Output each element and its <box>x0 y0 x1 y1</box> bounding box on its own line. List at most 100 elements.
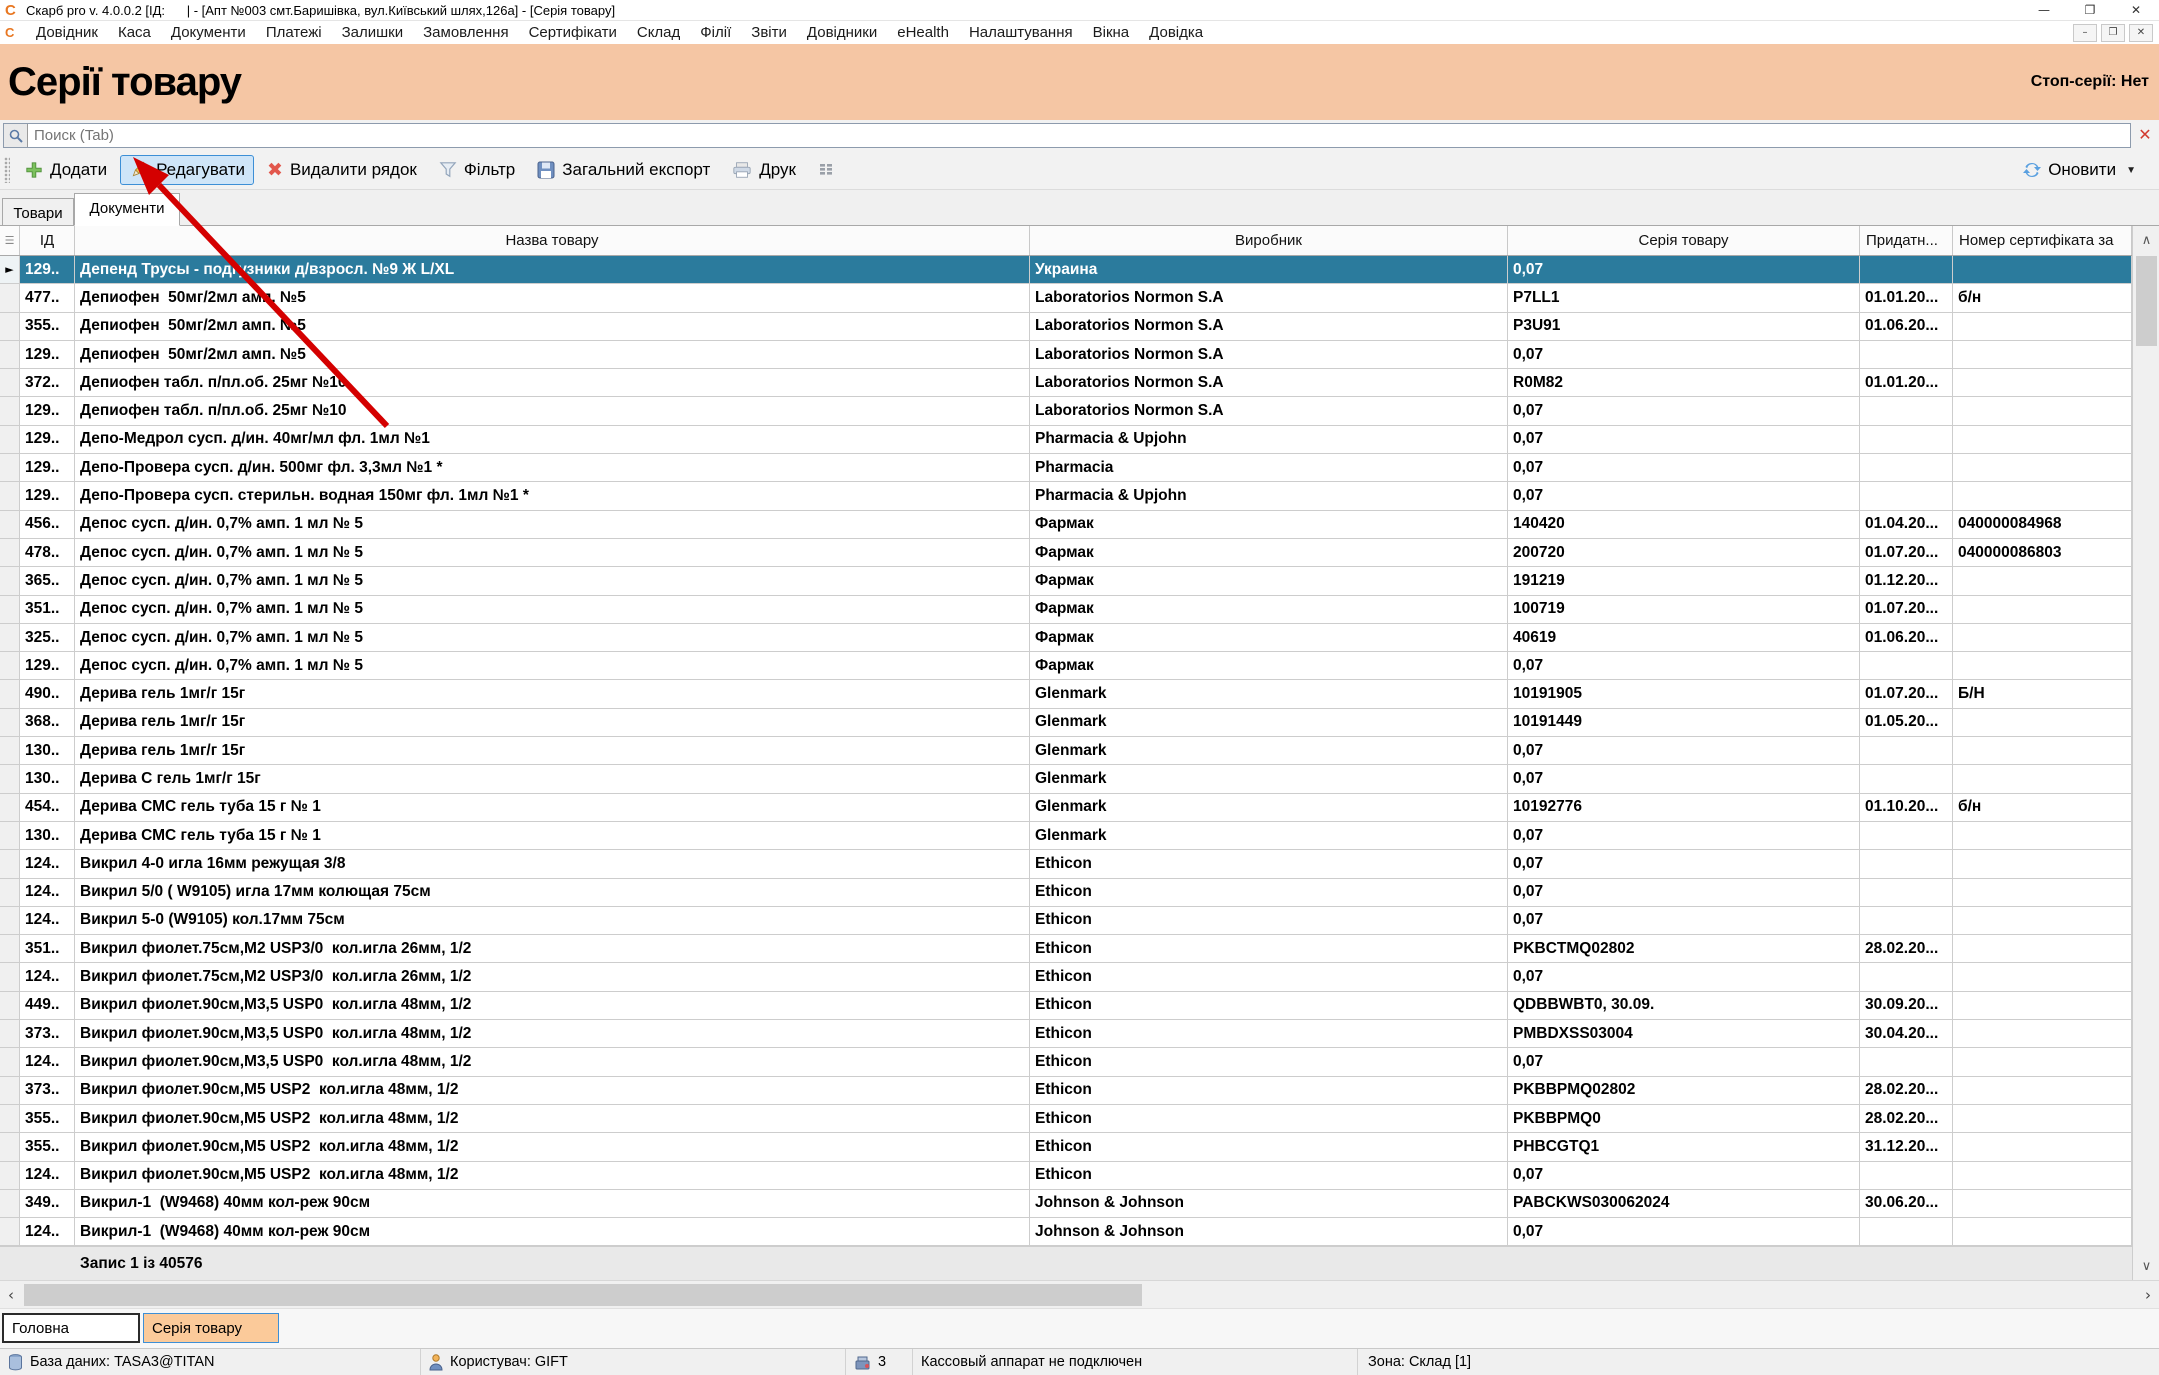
table-row[interactable]: 129..Депо-Медрол сусп. д/ин. 40мг/мл фл.… <box>0 426 2132 454</box>
menu-item-2[interactable]: Документи <box>161 24 256 41</box>
table-row[interactable]: 477..Депиофен 50мг/2мл амп. №5Laboratori… <box>0 284 2132 312</box>
table-row[interactable]: 355..Викрил фиолет.90см,М5 USP2 кол.игла… <box>0 1105 2132 1133</box>
scroll-right-icon[interactable]: › <box>2137 1281 2159 1309</box>
search-input[interactable] <box>28 127 2130 144</box>
refresh-dropdown-icon[interactable]: ▼ <box>2126 165 2136 176</box>
menu-item-8[interactable]: Філії <box>690 24 741 41</box>
table-row[interactable]: 454..Дерива СМС гель туба 15 г № 1Glenma… <box>0 794 2132 822</box>
mdi-close-button[interactable]: ✕ <box>2129 24 2153 42</box>
edit-button[interactable]: Редагувати <box>120 155 254 185</box>
bottom-tab-1[interactable]: Серія товару <box>143 1313 279 1343</box>
horizontal-scrollbar[interactable]: ‹ › <box>0 1280 2159 1308</box>
table-row[interactable]: 124..Викрил фиолет.90см,М5 USP2 кол.игла… <box>0 1162 2132 1190</box>
table-row[interactable]: 124..Викрил-1 (W9468) 40мм кол-реж 90смJ… <box>0 1218 2132 1246</box>
mdi-minimize-button[interactable]: – <box>2073 24 2097 42</box>
scroll-left-icon[interactable]: ‹ <box>0 1281 22 1309</box>
column-header-1[interactable]: Назва товару <box>75 226 1030 255</box>
menu-item-4[interactable]: Залишки <box>332 24 414 41</box>
table-row[interactable]: 351..Викрил фиолет.75см,М2 USP3/0 кол.иг… <box>0 935 2132 963</box>
cell-id: 355.. <box>20 1133 75 1160</box>
table-row[interactable]: 365..Депос сусп. д/ин. 0,7% амп. 1 мл № … <box>0 567 2132 595</box>
table-row[interactable]: 130..Дерива гель 1мг/г 15гGlenmark0,07 <box>0 737 2132 765</box>
table-row[interactable]: 124..Викрил 5-0 (W9105) кол.17мм 75смEth… <box>0 907 2132 935</box>
menu-item-3[interactable]: Платежі <box>256 24 332 41</box>
tab-документи[interactable]: Документи <box>74 193 180 226</box>
table-row[interactable]: ►129..Депенд Трусы - подгузники д/взросл… <box>0 256 2132 284</box>
menu-item-10[interactable]: Довідники <box>797 24 887 41</box>
menu-item-12[interactable]: Налаштування <box>959 24 1083 41</box>
table-row[interactable]: 490..Дерива гель 1мг/г 15гGlenmark101919… <box>0 680 2132 708</box>
column-header-4[interactable]: Придатн... <box>1860 226 1953 255</box>
cell-id: 351.. <box>20 596 75 623</box>
table-row[interactable]: 456..Депос сусп. д/ин. 0,7% амп. 1 мл № … <box>0 511 2132 539</box>
export-button[interactable]: Загальний експорт <box>528 155 719 185</box>
table-row[interactable]: 124..Викрил 4-0 игла 16мм режущая 3/8Eth… <box>0 850 2132 878</box>
restore-button[interactable]: ❐ <box>2067 0 2113 20</box>
menu-item-14[interactable]: Довідка <box>1139 24 1213 41</box>
table-row[interactable]: 449..Викрил фиолет.90см,М3,5 USP0 кол.иг… <box>0 992 2132 1020</box>
table-row[interactable]: 368..Дерива гель 1мг/г 15гGlenmark101914… <box>0 709 2132 737</box>
tab-товари[interactable]: Товари <box>2 198 74 226</box>
menu-item-5[interactable]: Замовлення <box>413 24 518 41</box>
table-row[interactable]: 355..Викрил фиолет.90см,М5 USP2 кол.игла… <box>0 1133 2132 1161</box>
table-row[interactable]: 372..Депиофен табл. п/пл.об. 25мг №10Lab… <box>0 369 2132 397</box>
table-row[interactable]: 130..Дерива С гель 1мг/г 15гGlenmark0,07 <box>0 765 2132 793</box>
vertical-scrollbar[interactable]: ∧ ∨ <box>2132 226 2159 1280</box>
table-row[interactable]: 130..Дерива СМС гель туба 15 г № 1Glenma… <box>0 822 2132 850</box>
table-row[interactable]: 349..Викрил-1 (W9468) 40мм кол-реж 90смJ… <box>0 1190 2132 1218</box>
cell-id: 124.. <box>20 963 75 990</box>
column-header-3[interactable]: Серія товару <box>1508 226 1860 255</box>
search-icon[interactable] <box>4 124 28 147</box>
table-row[interactable]: 124..Викрил фиолет.90см,М3,5 USP0 кол.иг… <box>0 1048 2132 1076</box>
bottom-tab-0[interactable]: Головна <box>2 1313 140 1343</box>
toolbar-grip[interactable] <box>4 157 10 183</box>
table-row[interactable]: 129..Депо-Провера сусп. стерильн. водная… <box>0 482 2132 510</box>
cell-certificate <box>1953 313 2132 340</box>
cell-expiry: 30.04.20... <box>1860 1020 1953 1047</box>
column-header-2[interactable]: Виробник <box>1030 226 1508 255</box>
print-button[interactable]: Друк <box>723 155 805 185</box>
table-row[interactable]: 129..Депиофен 50мг/2мл амп. №5Laboratori… <box>0 341 2132 369</box>
menu-item-6[interactable]: Сертифікати <box>519 24 627 41</box>
minimize-button[interactable]: — <box>2021 0 2067 20</box>
column-header-5[interactable]: Номер сертифіката за <box>1953 226 2132 255</box>
scroll-down-icon[interactable]: ∨ <box>2133 1252 2159 1280</box>
refresh-button[interactable]: Оновити ▼ <box>2013 155 2145 185</box>
add-button[interactable]: Додати <box>16 155 116 185</box>
table-row[interactable]: 478..Депос сусп. д/ин. 0,7% амп. 1 мл № … <box>0 539 2132 567</box>
table-row[interactable]: 129..Депо-Провера сусп. д/ин. 500мг фл. … <box>0 454 2132 482</box>
table-row[interactable]: 129..Депос сусп. д/ин. 0,7% амп. 1 мл № … <box>0 652 2132 680</box>
search-box[interactable] <box>3 123 2131 148</box>
table-row[interactable]: 129..Депиофен табл. п/пл.об. 25мг №10Lab… <box>0 397 2132 425</box>
cell-name: Депиофен табл. п/пл.об. 25мг №10 <box>75 369 1030 396</box>
table-row[interactable]: 124..Викрил 5/0 ( W9105) игла 17мм колющ… <box>0 879 2132 907</box>
cell-id: 124.. <box>20 1162 75 1189</box>
menu-item-1[interactable]: Каса <box>108 24 161 41</box>
cell-id: 454.. <box>20 794 75 821</box>
column-header-0[interactable]: ІД <box>20 226 75 255</box>
cell-series: 0,07 <box>1508 652 1860 679</box>
menu-item-11[interactable]: eHealth <box>887 24 959 41</box>
menu-item-9[interactable]: Звіти <box>741 24 797 41</box>
menu-item-0[interactable]: Довідник <box>26 24 108 41</box>
vertical-scroll-thumb[interactable] <box>2136 256 2157 346</box>
scroll-up-icon[interactable]: ∧ <box>2133 226 2159 254</box>
table-row[interactable]: 355..Депиофен 50мг/2мл амп. №5Laboratori… <box>0 313 2132 341</box>
clear-search-icon[interactable]: ✕ <box>2135 125 2155 145</box>
table-row[interactable]: 325..Депос сусп. д/ин. 0,7% амп. 1 мл № … <box>0 624 2132 652</box>
mdi-restore-button[interactable]: ❐ <box>2101 24 2125 42</box>
table-row[interactable]: 373..Викрил фиолет.90см,М5 USP2 кол.игла… <box>0 1077 2132 1105</box>
filter-button[interactable]: Фільтр <box>430 155 524 185</box>
table-row[interactable]: 351..Депос сусп. д/ин. 0,7% амп. 1 мл № … <box>0 596 2132 624</box>
row-indicator <box>0 992 20 1019</box>
table-row[interactable]: 373..Викрил фиолет.90см,М3,5 USP0 кол.иг… <box>0 1020 2132 1048</box>
horizontal-scroll-thumb[interactable] <box>24 1284 1142 1306</box>
table-row[interactable]: 124..Викрил фиолет.75см,М2 USP3/0 кол.иг… <box>0 963 2132 991</box>
menu-item-13[interactable]: Вікна <box>1083 24 1140 41</box>
cell-name: Депос сусп. д/ин. 0,7% амп. 1 мл № 5 <box>75 539 1030 566</box>
statusbar-user: Користувач: GIFT <box>421 1349 845 1375</box>
delete-row-button[interactable]: ✖ Видалити рядок <box>258 154 426 186</box>
menu-item-7[interactable]: Склад <box>627 24 690 41</box>
close-button[interactable]: ✕ <box>2113 0 2159 20</box>
columns-button[interactable] <box>809 156 845 184</box>
